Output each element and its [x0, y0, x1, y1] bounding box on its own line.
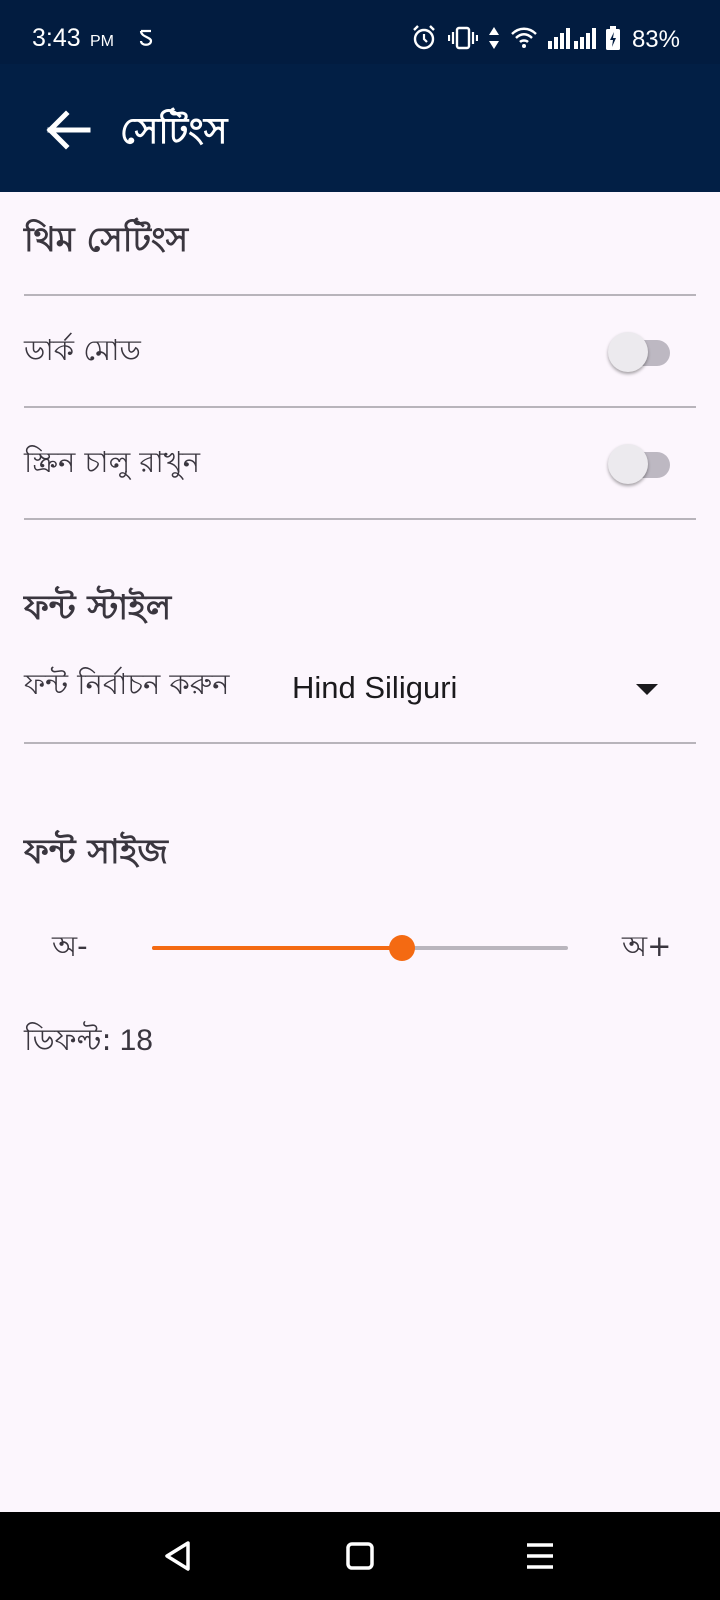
- dark-mode-switch[interactable]: [608, 330, 674, 374]
- menu-icon: [527, 1543, 553, 1569]
- switch-thumb: [608, 332, 648, 372]
- keep-screen-on-switch[interactable]: [608, 442, 674, 486]
- theme-section-title: থিম সেটিংস: [24, 220, 189, 260]
- divider: [24, 518, 696, 520]
- slider-active-track: [152, 946, 402, 950]
- font-style-section-title: ফন্ট স্টাইল: [24, 588, 172, 628]
- slider-thumb[interactable]: [388, 935, 415, 961]
- square-home-icon: [346, 1542, 374, 1570]
- page-title: সেটিংস: [120, 111, 228, 152]
- signal-icon: [547, 27, 596, 53]
- dropdown-arrow-icon: [636, 684, 658, 695]
- nav-menu-button[interactable]: [510, 1526, 570, 1586]
- font-size-slider[interactable]: [152, 935, 568, 961]
- status-icons: 83%: [410, 24, 680, 56]
- battery-icon: [605, 26, 620, 54]
- font-decrease-button[interactable]: অ-: [52, 924, 88, 973]
- default-font-size: ডিফল্ট: 18: [24, 1016, 153, 1067]
- notification-icon: [138, 28, 154, 52]
- wifi-icon: [510, 27, 538, 53]
- status-bar: 3:43 PM 83%: [0, 0, 720, 64]
- font-dropdown-value: Hind Siliguri: [292, 670, 458, 705]
- divider: [24, 406, 696, 408]
- arrow-back-icon: [46, 110, 91, 150]
- dark-mode-label: ডার্ক মোড: [24, 333, 141, 367]
- keep-screen-on-label: স্ক্রিন চালু রাখুন: [24, 445, 201, 479]
- nav-home-button[interactable]: [330, 1526, 390, 1586]
- triangle-back-icon: [165, 1541, 190, 1571]
- navigation-bar: [0, 1512, 720, 1600]
- nav-back-button[interactable]: [148, 1526, 208, 1586]
- app-bar: [0, 64, 720, 192]
- divider: [24, 742, 696, 744]
- default-label: ডিফল্ট:: [24, 1023, 112, 1058]
- alarm-icon: [410, 24, 438, 56]
- back-button[interactable]: [36, 98, 100, 162]
- status-ampm: PM: [90, 33, 114, 50]
- font-select-label: ফন্ট নির্বাচন করুন: [24, 667, 230, 701]
- font-size-section-title: ফন্ট সাইজ: [24, 832, 168, 872]
- font-increase-button[interactable]: অ+: [622, 924, 671, 973]
- status-time: 3:43: [32, 24, 81, 52]
- battery-percent: 83%: [631, 26, 680, 53]
- vibrate-icon: [447, 26, 479, 54]
- switch-thumb: [608, 444, 648, 484]
- divider: [24, 294, 696, 296]
- data-transfer-icon: [488, 26, 500, 54]
- default-value: 18: [119, 1024, 153, 1057]
